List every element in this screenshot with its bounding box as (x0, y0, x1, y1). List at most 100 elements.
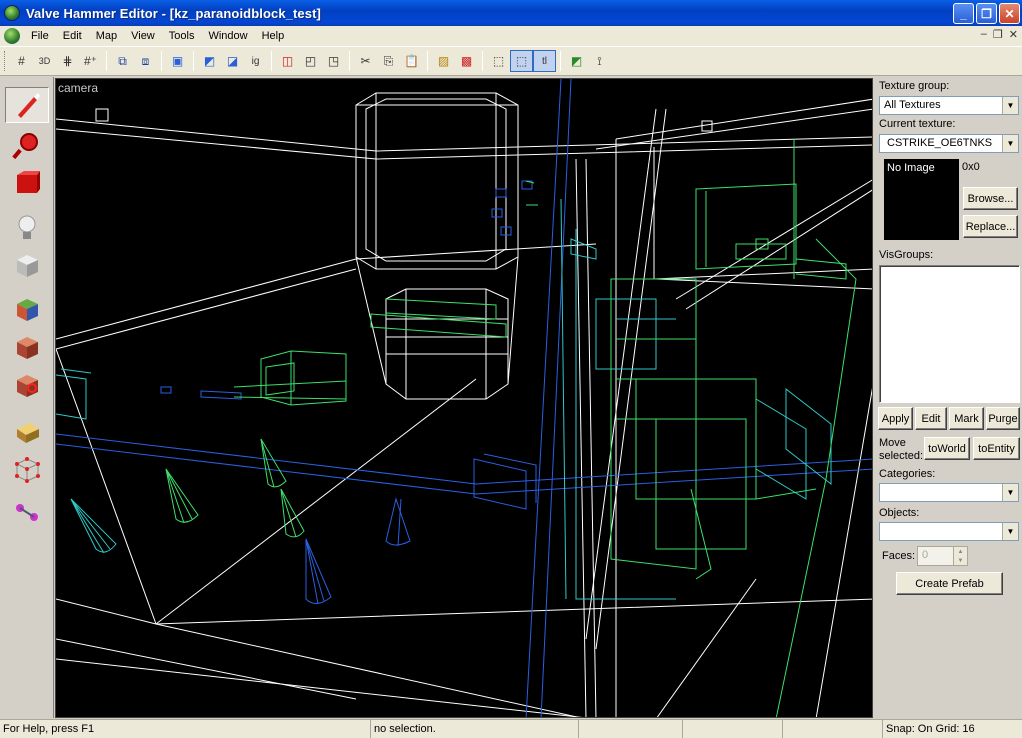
magnify-tool-icon[interactable] (5, 127, 49, 163)
visgroups-icon[interactable]: ▣ (166, 50, 189, 72)
texture-group-value: All Textures (884, 99, 941, 111)
faces-value: 0 (922, 549, 929, 561)
mdi-restore-button[interactable]: ❐ (993, 28, 1003, 41)
clipping-tool-icon[interactable] (5, 413, 49, 449)
clip-icon[interactable]: ⟟ (588, 50, 611, 72)
ungroup-icon[interactable]: ⧈ (134, 50, 157, 72)
grid-icon[interactable]: # (10, 50, 33, 72)
create-prefab-button[interactable]: Create Prefab (896, 572, 1003, 595)
to-world-button[interactable]: toWorld (924, 437, 970, 460)
selection-tool-icon[interactable] (5, 87, 49, 123)
replace-button[interactable]: Replace... (963, 215, 1018, 238)
grid-dots-icon[interactable]: ⋕ (56, 50, 79, 72)
paste-icon[interactable]: 📋 (400, 50, 423, 72)
texture-preview: No Image (884, 159, 959, 240)
toolbar-separator (161, 51, 162, 71)
toggle-texture-lock-icon[interactable]: tl (533, 50, 556, 72)
objects-label: Objects: (879, 507, 920, 519)
wireframe-scene (56, 79, 872, 717)
current-texture-value: CSTRIKE_OE6TNKS (887, 137, 993, 149)
window-title: Valve Hammer Editor - [kz_paranoidblock_… (26, 5, 321, 21)
menu-map[interactable]: Map (89, 30, 124, 42)
entity-tool-icon[interactable] (5, 209, 49, 245)
visgroups-list[interactable] (879, 265, 1020, 403)
decal-tool-icon[interactable] (5, 367, 49, 403)
texture-scale-lock-icon[interactable]: ▩ (455, 50, 478, 72)
preview-text: No Image (887, 162, 935, 174)
cut-icon[interactable]: ✂ (354, 50, 377, 72)
green-wireframe-brushes (165, 139, 857, 717)
show-all-icon[interactable]: ◰ (299, 50, 322, 72)
chevron-down-icon[interactable]: ▼ (1002, 523, 1018, 540)
status-selection: no selection. (370, 719, 578, 738)
selection-icon[interactable]: ⬚ (510, 50, 533, 72)
status-snap: Snap: On Grid: 16 (882, 719, 1022, 738)
toolbar-separator (560, 51, 561, 71)
menu-help[interactable]: Help (255, 30, 292, 42)
path-tool-icon[interactable] (5, 495, 49, 531)
browse-button[interactable]: Browse... (963, 187, 1018, 210)
stepper-up-icon[interactable]: ▲ (953, 547, 967, 556)
toolbar-separator (349, 51, 350, 71)
title-bar: Valve Hammer Editor - [kz_paranoidblock_… (0, 0, 1022, 26)
menu-tools[interactable]: Tools (162, 30, 202, 42)
texture-application-tool-icon[interactable] (5, 291, 49, 327)
run-map-icon[interactable]: ◩ (565, 50, 588, 72)
chevron-down-icon[interactable]: ▼ (1002, 484, 1018, 501)
chevron-down-icon[interactable]: ▼ (1002, 97, 1018, 114)
menu-file[interactable]: File (24, 30, 56, 42)
move-selected-label-1: Move (879, 437, 906, 449)
purge-button[interactable]: Purge (986, 407, 1020, 430)
current-texture-label: Current texture: (879, 118, 956, 130)
toolbar-separator (427, 51, 428, 71)
minimize-button[interactable]: _ (953, 3, 974, 24)
carve-icon[interactable]: ◩ (198, 50, 221, 72)
ignore-groups-icon[interactable]: ig (244, 50, 267, 72)
toolbar-separator (106, 51, 107, 71)
menu-edit[interactable]: Edit (56, 30, 89, 42)
toolbar-separator (193, 51, 194, 71)
texture-group-label: Texture group: (879, 80, 950, 92)
move-to-world-icon[interactable]: ◳ (322, 50, 345, 72)
document-icon[interactable] (4, 28, 20, 44)
grid-add-icon[interactable]: #⁺ (79, 50, 102, 72)
edit-button[interactable]: Edit (915, 407, 947, 430)
objects-select[interactable]: ▼ (879, 522, 1019, 541)
stepper-down-icon[interactable]: ▼ (953, 556, 967, 565)
copy-icon[interactable]: ⎘ (377, 50, 400, 72)
categories-select[interactable]: ▼ (879, 483, 1019, 502)
toolbar-grip[interactable] (4, 51, 7, 71)
group-icon[interactable]: ⧉ (111, 50, 134, 72)
restore-button[interactable]: ❐ (976, 3, 997, 24)
camera-viewport[interactable]: camera (55, 78, 873, 718)
status-help: For Help, press F1 (0, 719, 370, 738)
tool-palette (0, 77, 54, 718)
move-selected-label-2: selected: (879, 450, 924, 462)
texture-lock-icon[interactable]: ▨ (432, 50, 455, 72)
mdi-close-button[interactable]: ✕ (1009, 28, 1018, 41)
menu-view[interactable]: View (124, 30, 162, 42)
hollow-icon[interactable]: ◪ (221, 50, 244, 72)
block-tool-icon[interactable] (5, 247, 49, 283)
apply-texture-tool-icon[interactable] (5, 329, 49, 365)
texture-dimensions: 0x0 (962, 161, 980, 173)
current-texture-select[interactable]: CSTRIKE_OE6TNKS ▼ (879, 134, 1019, 153)
apply-button[interactable]: Apply (878, 407, 913, 430)
status-pane-coords (578, 719, 682, 738)
mark-button[interactable]: Mark (949, 407, 984, 430)
toolbar-separator (482, 51, 483, 71)
camera-tool-icon[interactable] (5, 165, 49, 201)
3d-grid-icon[interactable]: 3D (33, 50, 56, 72)
hide-items-icon[interactable]: ◫ (276, 50, 299, 72)
menu-window[interactable]: Window (201, 30, 254, 42)
vertex-manipulation-tool-icon[interactable] (5, 451, 49, 487)
chevron-down-icon[interactable]: ▼ (1002, 135, 1018, 152)
hammer-app-icon[interactable] (4, 5, 20, 21)
texture-group-select[interactable]: All Textures ▼ (879, 96, 1019, 115)
status-bar: For Help, press F1 no selection. Snap: O… (0, 719, 1022, 738)
faces-stepper[interactable]: 0 ▲ ▼ (917, 546, 968, 566)
close-button[interactable]: ✕ (999, 3, 1020, 24)
mdi-minimize-button[interactable]: – (981, 28, 987, 41)
to-entity-button[interactable]: toEntity (973, 437, 1020, 460)
select-box-icon[interactable]: ⬚ (487, 50, 510, 72)
